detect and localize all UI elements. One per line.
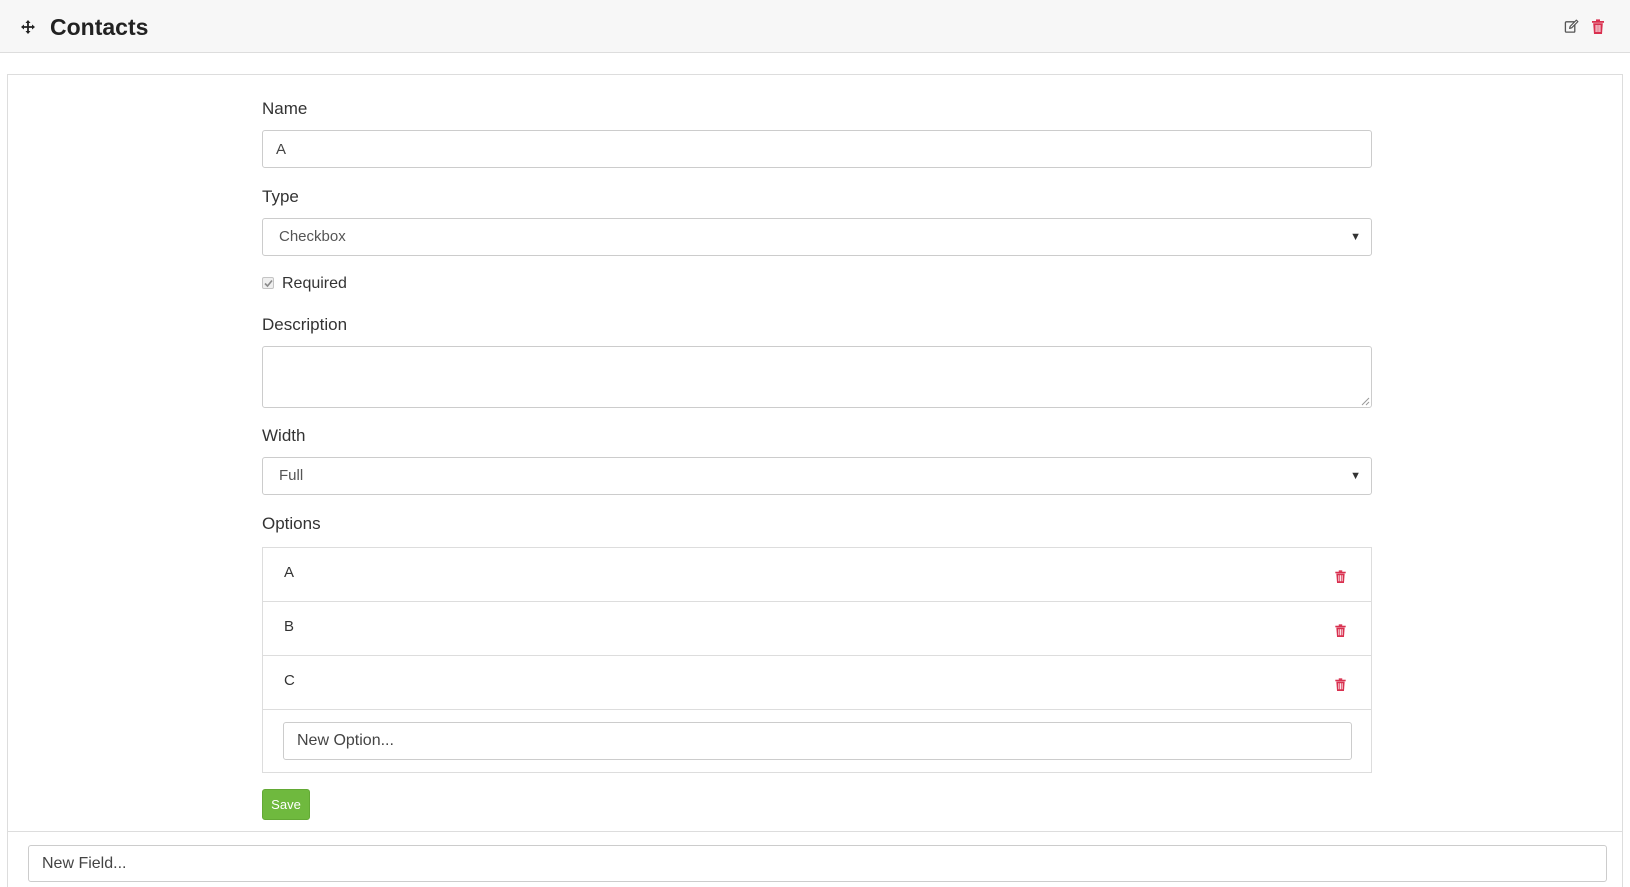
width-label: Width [262, 426, 306, 445]
options-label: Options [262, 514, 321, 533]
required-checkbox[interactable] [262, 277, 274, 289]
new-option-input[interactable] [283, 722, 1352, 760]
checkmark-icon [264, 279, 273, 288]
header-bar: Contacts [0, 0, 1630, 53]
name-input[interactable] [262, 130, 1372, 168]
description-label: Description [262, 315, 348, 334]
save-button[interactable]: Save [262, 789, 310, 820]
edit-icon[interactable] [1564, 19, 1579, 34]
description-textarea[interactable] [262, 346, 1372, 408]
option-label: A [284, 564, 295, 581]
required-label: Required [282, 275, 347, 292]
resize-grip-icon[interactable] [1361, 397, 1370, 406]
option-row: C [263, 656, 1371, 710]
chevron-down-icon: ▼ [1350, 231, 1361, 243]
chevron-down-icon: ▼ [1350, 470, 1361, 482]
move-arrows-icon[interactable] [20, 19, 36, 35]
new-field-input[interactable] [28, 845, 1607, 882]
option-label: C [284, 672, 295, 689]
trash-icon[interactable] [1335, 678, 1346, 691]
option-label: B [284, 618, 295, 635]
option-row: A [263, 548, 1371, 602]
type-select[interactable]: Checkbox ▼ [262, 218, 1372, 256]
name-label: Name [262, 99, 308, 118]
divider [8, 831, 1622, 832]
options-list: A B C [262, 547, 1372, 773]
trash-icon[interactable] [1335, 624, 1346, 637]
page-title: Contacts [50, 14, 149, 40]
type-label: Type [262, 187, 299, 206]
trash-icon[interactable] [1592, 19, 1604, 34]
width-select-value: Full [279, 467, 304, 484]
trash-icon[interactable] [1335, 570, 1346, 583]
width-select[interactable]: Full ▼ [262, 457, 1372, 495]
type-select-value: Checkbox [279, 228, 346, 245]
option-row: B [263, 602, 1371, 656]
